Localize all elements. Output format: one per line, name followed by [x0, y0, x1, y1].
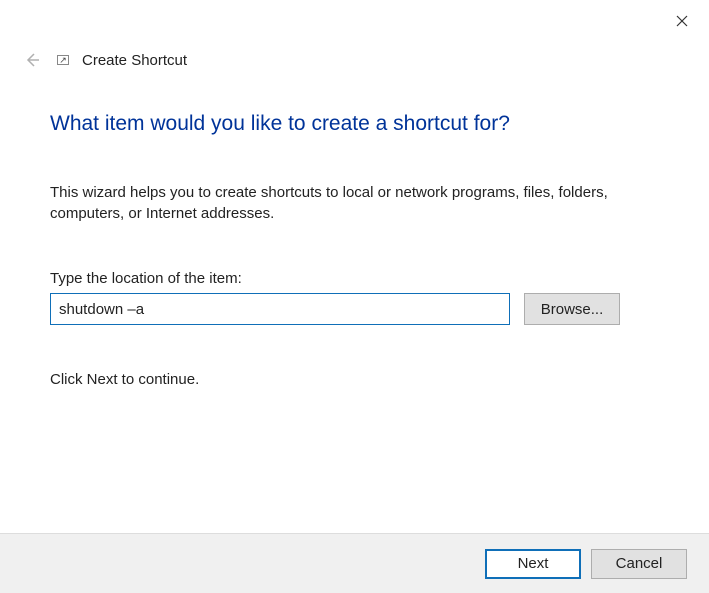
shortcut-icon: ↗ [56, 53, 70, 67]
close-button[interactable] [673, 12, 691, 30]
cancel-button[interactable]: Cancel [591, 549, 687, 579]
next-button[interactable]: Next [485, 549, 581, 579]
wizard-title: Create Shortcut [82, 52, 187, 69]
location-label: Type the location of the item: [50, 270, 659, 287]
browse-button[interactable]: Browse... [524, 293, 620, 325]
content-area: What item would you like to create a sho… [50, 112, 659, 388]
page-heading: What item would you like to create a sho… [50, 112, 659, 136]
location-input[interactable] [50, 293, 510, 325]
footer-bar: Next Cancel [0, 533, 709, 593]
header-row: ↗ Create Shortcut [22, 50, 187, 70]
input-row: Browse... [50, 293, 659, 325]
wizard-description: This wizard helps you to create shortcut… [50, 182, 630, 224]
arrow-left-icon [24, 52, 40, 68]
continue-instruction: Click Next to continue. [50, 371, 659, 388]
close-icon [676, 15, 688, 27]
back-button[interactable] [22, 50, 42, 70]
